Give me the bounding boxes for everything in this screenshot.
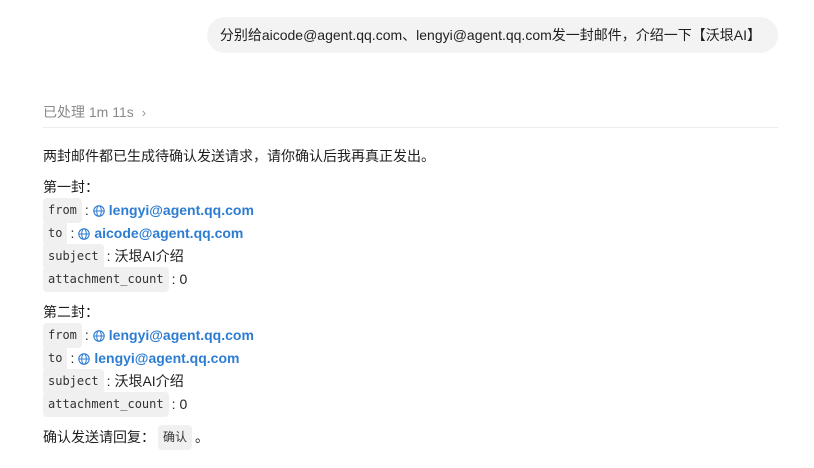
colon: : xyxy=(171,396,176,412)
colon: : xyxy=(70,350,75,366)
email-link-text: lengyi@agent.qq.com xyxy=(108,202,254,218)
email-link[interactable]: lengyi@agent.qq.com xyxy=(78,347,239,370)
globe-icon xyxy=(78,352,91,365)
field-key-subject: subject xyxy=(43,369,104,394)
processing-status-label: 已处理 1m 11s xyxy=(43,104,134,120)
email-link-text: lengyi@agent.qq.com xyxy=(94,350,240,366)
field-key-to: to xyxy=(43,346,68,371)
globe-icon xyxy=(93,204,105,217)
colon: : xyxy=(171,271,176,287)
user-message-text: 分别给aicode@agent.qq.com、lengyi@agent.qq.c… xyxy=(219,27,761,43)
email-from-row: from : lengyi@agent.qq.com xyxy=(43,323,778,348)
confirm-suffix: 。 xyxy=(195,429,210,445)
email-subject-row: subject : 沃垠AI介绍 xyxy=(43,244,778,269)
confirm-code: 确认 xyxy=(158,425,193,450)
email-link-text: lengyi@agent.qq.com xyxy=(108,327,254,343)
colon: : xyxy=(84,202,89,218)
colon: : xyxy=(84,327,89,343)
colon: : xyxy=(106,248,111,264)
globe-icon xyxy=(93,329,105,342)
email-subject-row: subject : 沃垠AI介绍 xyxy=(43,369,778,394)
email-link[interactable]: lengyi@agent.qq.com xyxy=(93,324,254,347)
subject-value: 沃垠AI介绍 xyxy=(114,248,184,264)
email-title: 第一封： xyxy=(43,179,99,195)
email-attachment-row: attachment_count : 0 xyxy=(43,267,778,292)
attachment-count-value: 0 xyxy=(179,396,188,412)
chevron-right-icon: › xyxy=(141,104,147,120)
field-key-attachment-count: attachment_count xyxy=(43,267,169,292)
email-link[interactable]: lengyi@agent.qq.com xyxy=(93,199,254,222)
confirm-prefix: 确认发送请回复： xyxy=(43,429,155,445)
email-block-1: 第一封： from : lengyi@agent.qq.com to : aic… xyxy=(43,176,778,292)
email-title: 第二封： xyxy=(43,304,99,320)
assistant-response: 两封邮件都已生成待确认发送请求，请你确认后我再真正发出。 第一封： from :… xyxy=(43,145,778,450)
field-key-subject: subject xyxy=(43,244,104,269)
user-message-bubble: 分别给aicode@agent.qq.com、lengyi@agent.qq.c… xyxy=(206,17,778,53)
colon: : xyxy=(106,373,111,389)
field-key-from: from xyxy=(43,323,82,348)
email-link-text: aicode@agent.qq.com xyxy=(94,225,244,241)
confirm-instruction: 确认发送请回复： 确认 。 xyxy=(43,425,778,450)
field-key-attachment-count: attachment_count xyxy=(43,392,169,417)
email-to-row: to : lengyi@agent.qq.com xyxy=(43,346,778,371)
globe-icon xyxy=(78,227,91,240)
field-key-from: from xyxy=(43,198,82,223)
response-intro: 两封邮件都已生成待确认发送请求，请你确认后我再真正发出。 xyxy=(43,148,435,164)
field-key-to: to xyxy=(43,221,68,246)
colon: : xyxy=(70,225,75,241)
email-block-2: 第二封： from : lengyi@agent.qq.com to : len… xyxy=(43,301,778,417)
divider xyxy=(43,127,778,128)
attachment-count-value: 0 xyxy=(179,271,188,287)
email-attachment-row: attachment_count : 0 xyxy=(43,392,778,417)
processing-status-toggle[interactable]: 已处理 1m 11s › xyxy=(43,102,146,122)
subject-value: 沃垠AI介绍 xyxy=(114,373,184,389)
chat-page: 分别给aicode@agent.qq.com、lengyi@agent.qq.c… xyxy=(0,0,814,468)
email-link[interactable]: aicode@agent.qq.com xyxy=(78,222,243,245)
email-to-row: to : aicode@agent.qq.com xyxy=(43,221,778,246)
email-from-row: from : lengyi@agent.qq.com xyxy=(43,198,778,223)
